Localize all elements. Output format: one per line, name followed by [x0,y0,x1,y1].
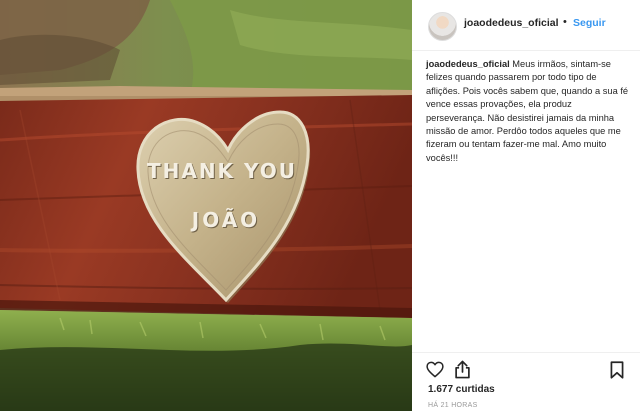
bookmark-icon[interactable] [610,361,624,379]
post-timestamp: HÁ 21 HORAS [428,402,478,409]
heart-outline-icon[interactable] [426,361,444,378]
follow-button[interactable]: Seguir [573,17,606,29]
post-photo[interactable]: THANK YOU THANK YOU JOÃO JOÃO [0,0,412,411]
share-upload-icon[interactable] [454,360,471,379]
header-username[interactable]: joaodedeus_oficial [464,17,559,29]
plaque-text-line2: JOÃO [190,208,260,232]
caption-text: Meus irmãos, sintam-se felizes quando pa… [426,59,629,163]
likes-count[interactable]: 1.677 curtidas [428,384,495,395]
post-side-panel: joaodedeus_oficial • Seguir joaodedeus_o… [412,0,640,411]
caption-username[interactable]: joaodedeus_oficial [426,59,510,69]
header-separator: • [563,16,567,28]
post-actions: 1.677 curtidas HÁ 21 HORAS [412,352,640,412]
avatar[interactable] [428,12,457,41]
plaque-text-line1: THANK YOU [147,159,297,183]
bench-plaque-photo: THANK YOU THANK YOU JOÃO JOÃO [0,0,412,411]
post-caption: joaodedeus_oficial Meus irmãos, sintam-s… [426,58,630,165]
post-header: joaodedeus_oficial • Seguir [412,0,640,51]
